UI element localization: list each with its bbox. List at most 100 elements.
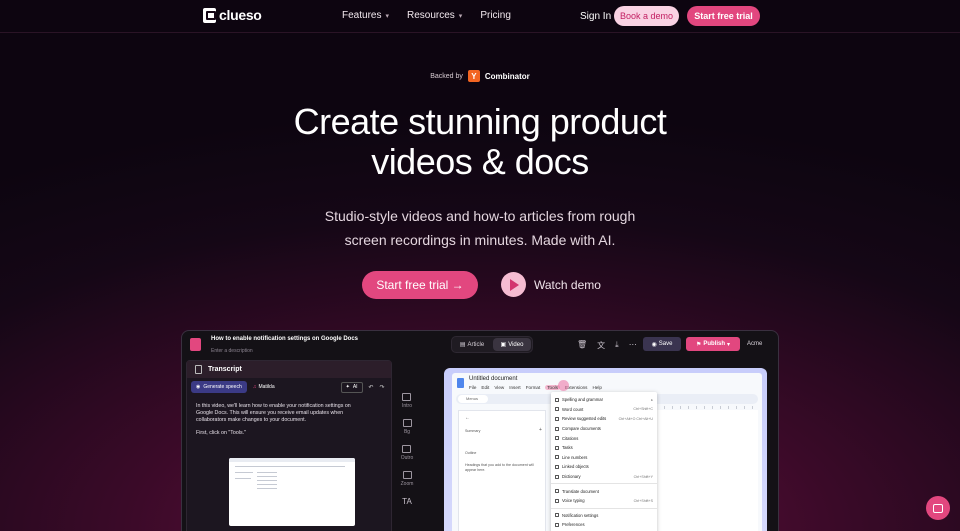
trash-icon[interactable]: 🗑 bbox=[577, 340, 587, 351]
publish-button[interactable]: ⚑ Publish ▾ bbox=[686, 337, 740, 351]
citations-icon bbox=[555, 436, 559, 441]
book-demo-button[interactable]: Book a demo bbox=[614, 6, 679, 26]
chat-icon bbox=[933, 503, 943, 513]
preferences-icon bbox=[555, 522, 559, 527]
hero-subtitle-line2: screen recordings in minutes. Made with … bbox=[344, 232, 616, 248]
menu-item-label: Citations bbox=[562, 435, 579, 441]
menu-item-label: Review suggested edits bbox=[562, 416, 607, 422]
menu-item-label: Preferences bbox=[562, 522, 585, 528]
rail-label: Intro bbox=[401, 403, 412, 409]
compare-icon bbox=[555, 426, 559, 431]
chevron-down-icon: ▾ bbox=[458, 12, 463, 20]
generate-speech-button[interactable]: ◉ Generate speech bbox=[191, 381, 247, 393]
review-icon bbox=[555, 416, 559, 421]
undo-icon[interactable]: ↶ bbox=[369, 384, 374, 391]
description-input[interactable]: Enter a description bbox=[211, 348, 253, 354]
rail-item-intro[interactable]: Intro bbox=[402, 393, 412, 409]
translate-icon bbox=[555, 489, 559, 494]
menu-item-label: Word count bbox=[562, 406, 584, 412]
tab-video[interactable]: ▣ Video bbox=[493, 338, 531, 351]
menu-item-spelling: Spelling and grammar ▸ bbox=[551, 395, 657, 405]
menu-item-label: Tasks bbox=[562, 445, 573, 451]
hero-subtitle-line1: Studio-style videos and how-to articles … bbox=[324, 208, 636, 224]
menu-item-voice-typing: Voice typing Ctrl+Shift+S bbox=[551, 496, 657, 506]
nav-link-label: Features bbox=[342, 10, 382, 21]
transcript-header: Transcript bbox=[187, 361, 391, 378]
doc-outline-panel: ← Summary + Outline Headings that you ad… bbox=[458, 410, 546, 531]
rail-item-text[interactable]: TA bbox=[402, 497, 412, 506]
rail-item-outro[interactable]: Outro bbox=[400, 445, 414, 461]
save-icon: ◉ bbox=[651, 341, 657, 348]
chat-support-button[interactable] bbox=[926, 496, 950, 520]
tab-label: Video bbox=[508, 341, 524, 348]
play-icon[interactable] bbox=[501, 272, 526, 297]
ai-button[interactable]: ✦ AI bbox=[340, 381, 363, 393]
menu-edit: Edit bbox=[481, 385, 490, 390]
transcript-toolbar: ◉ Generate speech ♫ Matilda ✦ AI ↶ ↷ bbox=[187, 378, 391, 393]
tab-label: Article bbox=[467, 341, 485, 348]
workspace-name[interactable]: Acme bbox=[747, 341, 762, 347]
doc-ruler bbox=[648, 406, 758, 409]
shortcut: ▸ bbox=[651, 397, 653, 402]
rail-item-bg[interactable]: Bg bbox=[402, 419, 412, 435]
top-nav: clueso Features ▾ Resources ▾ Pricing Si… bbox=[0, 0, 960, 32]
sign-in-link[interactable]: Sign In bbox=[580, 11, 611, 22]
clueso-logo[interactable]: clueso bbox=[203, 7, 262, 23]
start-trial-cta-button[interactable]: Start free trial → bbox=[362, 271, 478, 299]
watch-demo-link[interactable]: Watch demo bbox=[534, 278, 601, 292]
more-icon[interactable]: ⋯ bbox=[629, 340, 637, 351]
app-logo-icon bbox=[190, 338, 201, 351]
doc-page bbox=[648, 410, 758, 531]
nav-link-features[interactable]: Features ▾ bbox=[342, 10, 389, 21]
download-icon[interactable]: ⤓ bbox=[615, 340, 619, 351]
shortcut: Ctrl+Shift+S bbox=[633, 498, 653, 503]
add-icon: + bbox=[539, 427, 542, 433]
clueso-logo-icon bbox=[203, 7, 216, 23]
rail-label: Bg bbox=[403, 429, 411, 435]
summary-label: Summary bbox=[465, 429, 481, 433]
menu-item-preferences: Preferences bbox=[551, 520, 657, 530]
menu-item-label: Notification settings bbox=[562, 512, 599, 518]
voice-selector[interactable]: ♫ Matilda bbox=[253, 384, 275, 390]
cursor-highlight bbox=[558, 380, 569, 391]
line-numbers-icon bbox=[555, 455, 559, 460]
nav-link-pricing[interactable]: Pricing bbox=[480, 10, 511, 21]
microphone-icon bbox=[555, 498, 559, 503]
save-button[interactable]: ◉ Save bbox=[643, 337, 681, 351]
back-arrow-icon: ← bbox=[465, 415, 470, 421]
hero-subtitle: Studio-style videos and how-to articles … bbox=[0, 204, 960, 252]
tab-article[interactable]: ▤ Article bbox=[453, 338, 491, 351]
transcript-text[interactable]: In this video, we'll learn how to enable… bbox=[187, 393, 377, 437]
start-trial-nav-button[interactable]: Start free trial bbox=[687, 6, 760, 26]
redo-icon[interactable]: ↷ bbox=[380, 384, 385, 391]
nav-link-label: Pricing bbox=[480, 10, 511, 21]
docs-icon bbox=[457, 378, 464, 388]
shortcut: Ctrl+Shift+Y bbox=[633, 474, 653, 479]
menu-format: Format bbox=[525, 385, 541, 390]
nav-link-label: Resources bbox=[406, 10, 455, 21]
shortcut: Ctrl+Alt+O Ctrl+Alt+U bbox=[618, 416, 653, 421]
rail-label: Outro bbox=[400, 455, 414, 461]
nav-link-resources[interactable]: Resources ▾ bbox=[407, 10, 462, 21]
video-icon: ▣ bbox=[500, 342, 507, 348]
project-title[interactable]: How to enable notification settings on G… bbox=[211, 336, 358, 342]
tools-dropdown-menu: Spelling and grammar ▸ Word count Ctrl+Shi… bbox=[551, 392, 657, 531]
video-preview[interactable]: Untitled document File Edit View Insert … bbox=[444, 368, 767, 531]
transcript-panel: Transcript ◉ Generate speech ♫ Matilda ✦… bbox=[186, 360, 392, 531]
transcript-paragraph: First, click on "Tools." bbox=[196, 430, 246, 436]
nav-divider bbox=[0, 32, 960, 33]
menu-item-label: Translate document bbox=[562, 488, 599, 494]
screen-thumbnail[interactable] bbox=[229, 458, 355, 526]
tasks-icon bbox=[555, 445, 559, 450]
menu-help: Help bbox=[592, 385, 602, 390]
menu-file: File bbox=[469, 385, 477, 390]
backed-by-badge: Backed by Y Combinator bbox=[0, 70, 960, 82]
toolbar-icons: 🗑 文 ⤓ ⋯ bbox=[577, 340, 637, 351]
google-docs-screen: Untitled document File Edit View Insert … bbox=[452, 373, 762, 531]
rail-item-zoom[interactable]: Zoom bbox=[401, 471, 413, 487]
menu-item-label: Line numbers bbox=[562, 454, 588, 460]
menu-item-label: Linked objects bbox=[562, 464, 589, 470]
sparkle-icon: ✦ bbox=[345, 384, 350, 390]
menu-item-review: Review suggested edits Ctrl+Alt+O Ctrl+Al… bbox=[551, 414, 657, 424]
translate-icon[interactable]: 文 bbox=[597, 340, 605, 351]
